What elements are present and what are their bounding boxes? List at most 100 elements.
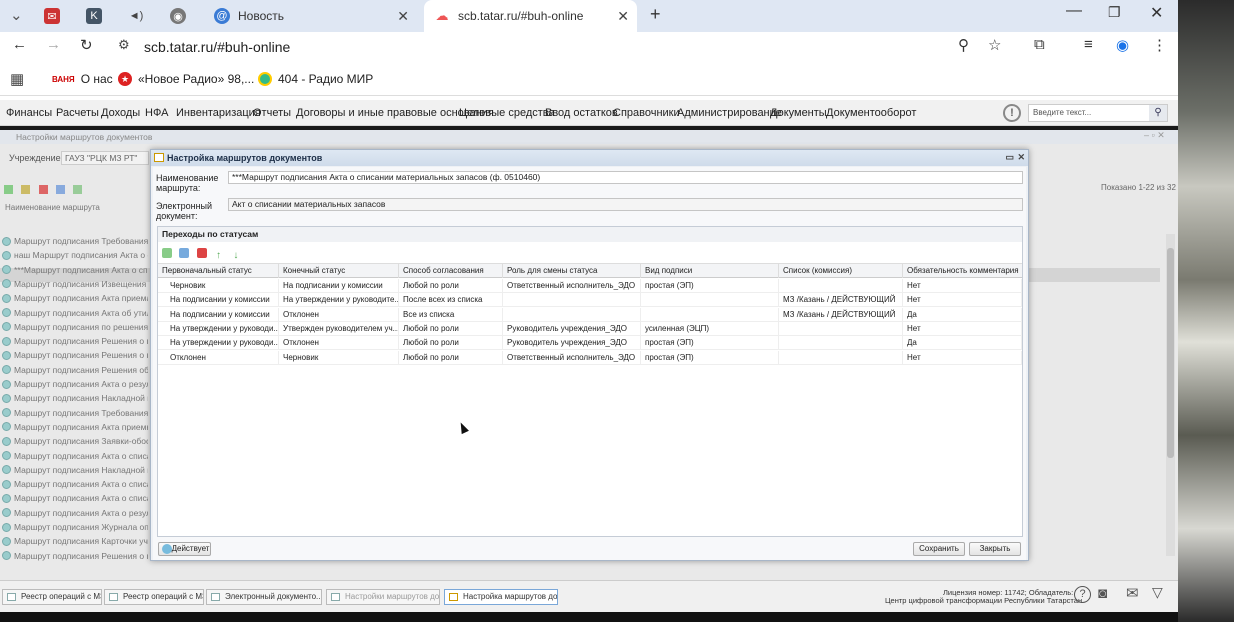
cell-signature-type[interactable]: усиленная (ЭЦП) [641, 321, 779, 336]
bookmark-star-icon[interactable]: ☆ [988, 36, 1001, 54]
route-list-item[interactable]: Маршрут подписания Акта об утилизации [2, 306, 148, 320]
task-item[interactable]: Электронный документо... [206, 589, 322, 605]
menu-item[interactable]: Целевые средства [459, 107, 555, 119]
task-item[interactable]: Реестр операций с МЗ [2, 589, 102, 605]
route-list-item[interactable]: Маршрут подписания Требования-накладной [2, 406, 148, 420]
cell-final-status[interactable]: Черновик [279, 350, 399, 365]
tab-pinned-1[interactable]: ✉ [44, 0, 84, 32]
route-list-item[interactable]: Маршрут подписания Заявки-обоснования [2, 434, 148, 448]
minimize-icon[interactable]: — [1066, 2, 1082, 20]
bookmark-3[interactable]: 404 - Радио МИР [258, 72, 373, 86]
back-icon[interactable]: ← [12, 36, 27, 53]
cell-approval-method[interactable]: Любой по роли [399, 336, 503, 351]
menu-item[interactable]: Ввод остатков [545, 107, 618, 119]
menu-item[interactable]: Документы [770, 107, 827, 119]
collapse-icon[interactable]: ▽ [1152, 584, 1163, 601]
copy-row-icon[interactable] [179, 248, 190, 258]
cell-comment-required[interactable]: Да [903, 307, 1022, 322]
cell-comment-required[interactable]: Нет [903, 279, 1022, 293]
search-icon[interactable]: ⚲ [1149, 105, 1167, 121]
menu-icon[interactable]: ⋮ [1152, 36, 1167, 54]
cell-final-status[interactable]: Отклонен [279, 336, 399, 351]
col-signature-type[interactable]: Вид подписи [641, 263, 779, 278]
add-row-icon[interactable] [162, 248, 172, 258]
cell-initial-status[interactable]: Черновик [166, 279, 279, 293]
cell-comment-required[interactable]: Да [903, 336, 1022, 351]
cell-approval-method[interactable]: Любой по роли [399, 350, 503, 365]
reload-icon[interactable]: ↻ [80, 36, 93, 54]
route-list-item[interactable]: Маршрут подписания Акта о списании [2, 491, 148, 505]
cell-initial-status[interactable]: На утверждении у руководи... [166, 336, 279, 351]
camera-icon[interactable]: ◙ [1098, 585, 1107, 602]
route-name-field[interactable]: ***Маршрут подписания Акта о списании ма… [228, 171, 1023, 184]
media-icon[interactable]: ≡ [1084, 36, 1093, 53]
cell-final-status[interactable]: На подписании у комиссии [279, 279, 399, 293]
cell-role[interactable]: Ответственный исполнитель_ЭДО [503, 279, 641, 293]
dialog-close-icon[interactable]: ✕ [1017, 152, 1025, 163]
institution-field[interactable]: ГАУЗ "РЦК МЗ РТ" [61, 151, 149, 165]
menu-item[interactable]: Расчеты [56, 107, 99, 119]
tab-active[interactable]: ☁ scb.tatar.ru/#buh-online ✕ [424, 0, 637, 32]
cell-comment-required[interactable]: Нет [903, 293, 1022, 308]
cell-final-status[interactable]: Утвержден руководителем уч... [279, 321, 399, 336]
cell-list[interactable]: МЗ /Казань / ДЕЙСТВУЮЩИЙ [779, 293, 903, 308]
forward-icon[interactable]: → [46, 36, 61, 53]
scrollbar[interactable] [1166, 234, 1175, 556]
copy-icon[interactable] [56, 185, 66, 194]
move-up-icon[interactable]: ↑ [216, 251, 224, 261]
new-tab-icon[interactable]: + [650, 4, 661, 25]
menu-item[interactable]: Доходы [101, 107, 140, 119]
menu-item[interactable]: Инвентаризация [176, 107, 261, 119]
route-list-item[interactable]: Маршрут подписания Решения об отнесении [2, 363, 148, 377]
route-list-item[interactable]: Маршрут подписания Накладной на внутренн… [2, 391, 148, 405]
maximize-icon[interactable]: ▭ [1005, 152, 1014, 163]
route-list-item[interactable]: Маршрут подписания Акта о списании [2, 477, 148, 491]
address-bar[interactable]: ⚙ scb.tatar.ru/#buh-online [110, 34, 1010, 60]
tab-pinned-2[interactable]: K [86, 0, 126, 32]
cell-signature-type[interactable]: простая (ЭП) [641, 336, 779, 351]
col-role[interactable]: Роль для смены статуса [503, 263, 641, 278]
col-comment-required[interactable]: Обязательность комментария [903, 263, 1022, 278]
cell-initial-status[interactable]: На подписании у комиссии [166, 307, 279, 322]
cell-signature-type[interactable] [641, 307, 779, 322]
route-list-item[interactable]: Маршрут подписания Решения о прекращении [2, 334, 148, 348]
tab-close-icon[interactable]: ✕ [397, 8, 409, 25]
cell-comment-required[interactable]: Нет [903, 350, 1022, 365]
close-button[interactable]: Закрыть [969, 542, 1021, 556]
menu-item[interactable]: Документооборот [826, 107, 916, 119]
apps-grid-icon[interactable]: ▦ [10, 70, 24, 88]
cell-list[interactable] [779, 336, 903, 351]
cell-approval-method[interactable]: Все из списка [399, 307, 503, 322]
cell-initial-status[interactable]: На подписании у комиссии [166, 293, 279, 308]
mail-icon[interactable]: ✉ [1126, 584, 1139, 602]
cell-final-status[interactable]: На утверждении у руководите... [279, 293, 399, 308]
close-window-icon[interactable]: ✕ [1150, 3, 1163, 23]
menu-item[interactable]: НФА [145, 107, 168, 119]
cell-role[interactable]: Руководитель учреждения_ЭДО [503, 336, 641, 351]
col-initial-status[interactable]: Первоначальный статус [158, 263, 279, 278]
cell-role[interactable] [503, 307, 641, 322]
route-list-item[interactable]: наш Маршрут подписания Акта о списании [2, 248, 148, 262]
move-down-icon[interactable]: ↓ [233, 251, 241, 261]
cell-list[interactable] [779, 279, 903, 293]
menu-item[interactable]: Администрирование [677, 107, 782, 119]
site-info-icon[interactable]: ⚙ [118, 37, 130, 53]
cell-signature-type[interactable]: простая (ЭП) [641, 350, 779, 365]
cell-signature-type[interactable] [641, 293, 779, 308]
route-list-item[interactable]: Маршрут подписания Накладной на отпуск [2, 463, 148, 477]
col-final-status[interactable]: Конечный статус [279, 263, 399, 278]
route-list-item[interactable]: Маршрут подписания Решения о проведении [2, 549, 148, 563]
cell-approval-method[interactable]: Любой по роли [399, 321, 503, 336]
cell-list[interactable]: МЗ /Казань / ДЕЙСТВУЮЩИЙ [779, 307, 903, 322]
refresh-icon[interactable] [73, 185, 83, 194]
cell-role[interactable]: Ответственный исполнитель_ЭДО [503, 350, 641, 365]
route-list-item[interactable]: Маршрут подписания Акта о результатах [2, 377, 148, 391]
cell-list[interactable] [779, 321, 903, 336]
cell-approval-method[interactable]: После всех из списка [399, 293, 503, 308]
tab-pinned-4[interactable]: ◉ [170, 0, 200, 32]
route-list-item[interactable]: Маршрут подписания Карточки учета [2, 534, 148, 548]
tab-search-icon[interactable]: ⌄ [10, 6, 23, 24]
task-item[interactable]: Настройки маршрутов до... [326, 589, 440, 605]
route-list-item[interactable]: ***Маршрут подписания Акта о списании [2, 263, 148, 277]
menu-item[interactable]: Справочники [613, 107, 680, 119]
